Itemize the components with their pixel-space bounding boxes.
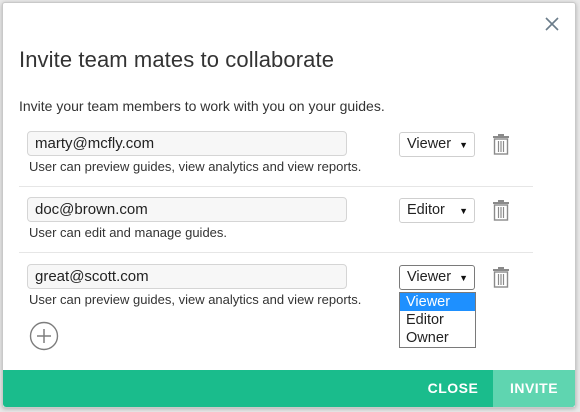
role-option-viewer[interactable]: Viewer bbox=[400, 293, 475, 311]
role-select-value: Viewer bbox=[407, 136, 452, 152]
dialog-title: Invite team mates to collaborate bbox=[19, 47, 335, 72]
role-description: User can edit and manage guides. bbox=[29, 225, 228, 240]
invite-button[interactable]: INVITE bbox=[493, 370, 575, 407]
email-field[interactable] bbox=[27, 197, 347, 222]
invite-row: User can preview guides, view analytics … bbox=[19, 121, 533, 187]
role-option-owner[interactable]: Owner bbox=[400, 329, 475, 347]
role-option-editor[interactable]: Editor bbox=[400, 311, 475, 329]
caret-down-icon: ▼ bbox=[459, 206, 468, 216]
email-field[interactable] bbox=[27, 264, 347, 289]
role-description: User can preview guides, view analytics … bbox=[29, 292, 362, 307]
plus-circle-icon[interactable] bbox=[29, 321, 59, 351]
trash-icon[interactable] bbox=[491, 266, 511, 288]
trash-icon[interactable] bbox=[491, 133, 511, 155]
caret-down-icon: ▼ bbox=[459, 273, 468, 283]
close-icon[interactable] bbox=[541, 13, 563, 35]
email-field[interactable] bbox=[27, 131, 347, 156]
invite-dialog: Invite team mates to collaborate Invite … bbox=[2, 2, 576, 408]
role-select[interactable]: Editor ▼ bbox=[399, 198, 475, 223]
role-description: User can preview guides, view analytics … bbox=[29, 159, 362, 174]
dialog-footer: CLOSE INVITE bbox=[3, 370, 575, 407]
role-select[interactable]: Viewer ▼ bbox=[399, 265, 475, 290]
trash-icon[interactable] bbox=[491, 199, 511, 221]
close-button[interactable]: CLOSE bbox=[413, 370, 493, 407]
row-divider bbox=[19, 252, 533, 253]
invite-row: User can edit and manage guides. Editor … bbox=[19, 187, 533, 253]
role-select-value: Editor bbox=[407, 202, 445, 218]
dialog-intro: Invite your team members to work with yo… bbox=[19, 98, 385, 114]
caret-down-icon: ▼ bbox=[459, 140, 468, 150]
role-dropdown-list: Viewer Editor Owner bbox=[399, 292, 476, 348]
role-select-value: Viewer bbox=[407, 269, 452, 285]
role-select[interactable]: Viewer ▼ bbox=[399, 132, 475, 157]
